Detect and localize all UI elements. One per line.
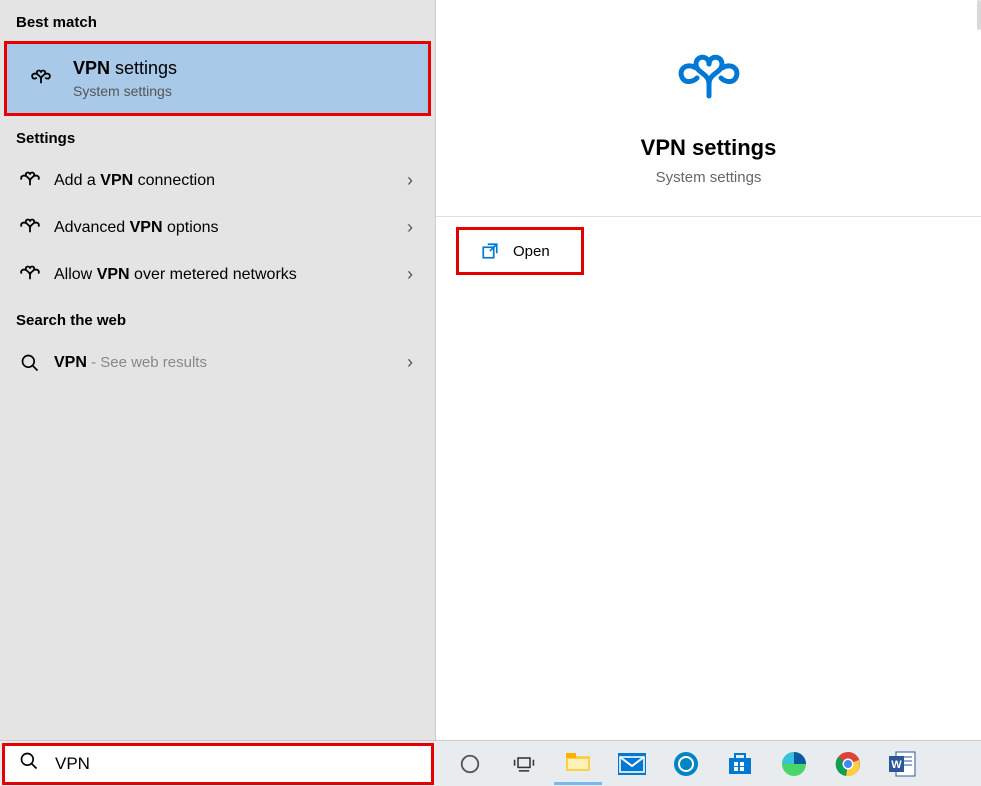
vpn-icon: [16, 171, 44, 191]
settings-item-allow-vpn-metered[interactable]: Allow VPN over metered networks ›: [0, 251, 435, 298]
store-icon[interactable]: [716, 743, 764, 785]
vpn-icon: [16, 265, 44, 285]
best-match-subtitle: System settings: [73, 83, 177, 99]
best-match-title: VPN settings: [73, 58, 177, 79]
best-match-result-vpn-settings[interactable]: VPN settings System settings: [4, 41, 431, 116]
chevron-right-icon: ›: [407, 217, 413, 238]
settings-header: Settings: [0, 116, 435, 157]
search-web-header: Search the web: [0, 298, 435, 339]
settings-item-add-vpn[interactable]: Add a VPN connection ›: [0, 157, 435, 204]
chevron-right-icon: ›: [407, 264, 413, 285]
result-detail-panel: VPN settings System settings Open: [436, 0, 981, 740]
taskbar: W: [0, 740, 981, 786]
settings-item-label: Add a VPN connection: [54, 172, 407, 190]
chevron-right-icon: ›: [407, 170, 413, 191]
task-view-icon[interactable]: [500, 743, 548, 785]
chevron-right-icon: ›: [407, 352, 413, 373]
cortana-icon[interactable]: [446, 743, 494, 785]
detail-title: VPN settings: [641, 135, 777, 161]
open-button[interactable]: Open: [456, 227, 584, 275]
web-result-label: VPN - See web results: [54, 354, 407, 372]
open-icon: [481, 242, 499, 260]
scrollbar[interactable]: [977, 0, 981, 30]
search-icon: [16, 353, 44, 373]
dell-icon[interactable]: [662, 743, 710, 785]
svg-text:W: W: [891, 759, 902, 771]
web-result-vpn[interactable]: VPN - See web results ›: [0, 339, 435, 386]
taskbar-search-box[interactable]: [2, 743, 434, 785]
mail-icon[interactable]: [608, 743, 656, 785]
settings-item-advanced-vpn[interactable]: Advanced VPN options ›: [0, 204, 435, 251]
best-match-header: Best match: [0, 0, 435, 41]
search-input[interactable]: [55, 754, 417, 774]
word-icon[interactable]: W: [878, 743, 926, 785]
detail-subtitle: System settings: [656, 169, 762, 186]
search-icon: [19, 751, 39, 776]
search-results-panel: Best match VPN settings System settings …: [0, 0, 436, 740]
open-label: Open: [513, 243, 550, 260]
chrome-icon[interactable]: [824, 743, 872, 785]
vpn-icon: [675, 52, 743, 113]
edge-icon[interactable]: [770, 743, 818, 785]
settings-item-label: Advanced VPN options: [54, 219, 407, 237]
vpn-icon: [23, 69, 59, 89]
settings-item-label: Allow VPN over metered networks: [54, 266, 407, 284]
file-explorer-icon[interactable]: [554, 743, 602, 785]
vpn-icon: [16, 218, 44, 238]
